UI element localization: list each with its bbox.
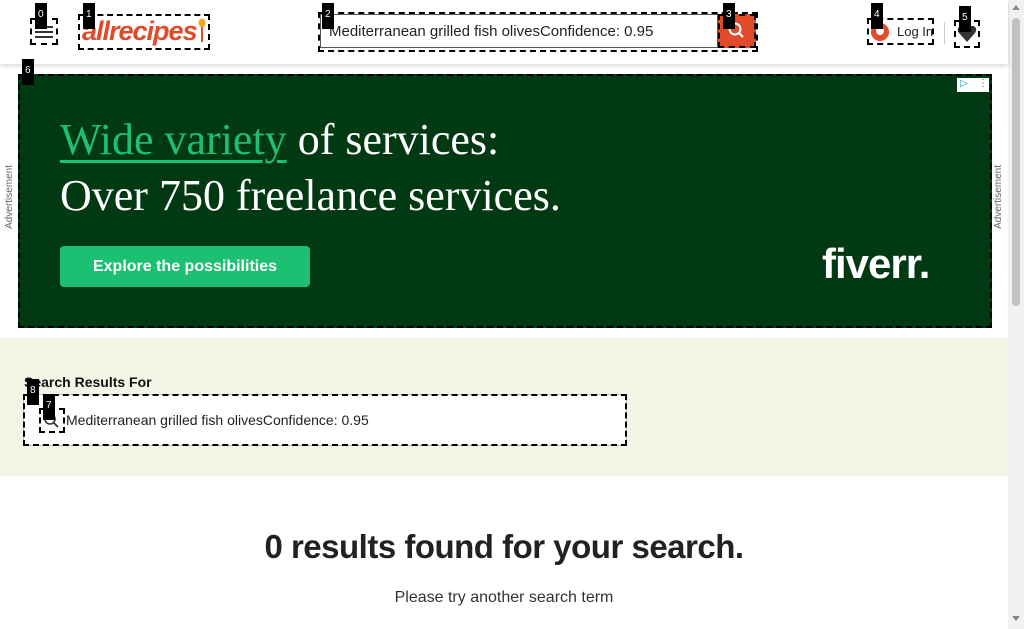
ad-brand-logo: fiverr. [822, 240, 930, 287]
ad-headline-accent: Wide variety [60, 115, 287, 164]
advertisement-banner[interactable]: Wide variety of services: Over 750 freel… [18, 74, 992, 328]
spoon-icon [198, 18, 206, 42]
scroll-up-arrow-icon[interactable] [1012, 5, 1020, 10]
search-form: Mediterranean grilled fish olivesConfide… [318, 12, 758, 52]
element-marker: 6 [22, 59, 34, 85]
adchoices-icon: ▷ [960, 78, 968, 89]
search-results-label: Search Results For [24, 374, 152, 390]
zero-results-heading: 0 results found for your search. [264, 528, 744, 565]
scrollbar-thumb[interactable] [1012, 18, 1020, 306]
element-marker: 3 [723, 3, 735, 29]
element-marker: 1 [83, 3, 95, 29]
ad-more-icon: ⋮ [978, 78, 988, 89]
page-scrollbar[interactable] [1008, 0, 1024, 629]
ad-headline-rest: of services: [286, 115, 500, 164]
ad-headline: Wide variety of services: Over 750 freel… [60, 112, 561, 224]
site-header: allrecipes Mediterranean grilled fish ol… [0, 0, 1008, 64]
ad-label: Advertisement [993, 165, 1004, 229]
element-marker: 8 [27, 379, 39, 405]
hamburger-icon-bar [35, 36, 53, 38]
element-marker: 0 [35, 3, 47, 29]
login-label: Log In [897, 24, 934, 39]
element-marker: 5 [959, 6, 971, 32]
try-another-text: Please try another search term [394, 589, 614, 606]
header-divider [944, 22, 945, 44]
logo-link[interactable]: allrecipes [78, 14, 210, 50]
ad-label: Advertisement [4, 165, 15, 229]
hamburger-icon-bar [35, 31, 53, 33]
search-query-box[interactable]: Mediterranean grilled fish olivesConfide… [23, 394, 627, 446]
element-marker: 7 [43, 394, 55, 420]
ad-cta-button[interactable]: Explore the possibilities [60, 246, 310, 287]
search-query-text: Mediterranean grilled fish olivesConfide… [66, 412, 369, 428]
search-input[interactable]: Mediterranean grilled fish olivesConfide… [320, 14, 718, 48]
element-marker: 2 [322, 3, 334, 29]
ad-choices-icon[interactable]: ▷ ⋮ [957, 78, 989, 92]
logo-text: allrecipes [82, 16, 198, 46]
ad-headline-line2: Over 750 freelance services. [60, 171, 561, 220]
element-marker: 4 [871, 3, 883, 29]
scroll-down-arrow-icon[interactable] [1012, 616, 1020, 621]
